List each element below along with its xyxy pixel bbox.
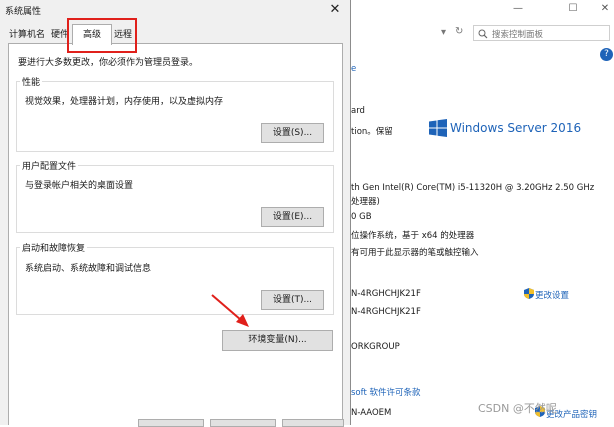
edition-fragment: ard xyxy=(351,106,365,116)
group-description: 系统启动、系统故障和调试信息 xyxy=(25,264,152,274)
group-description: 视觉效果，处理器计划，内存使用，以及虚拟内存 xyxy=(25,97,224,107)
system-properties-dialog: 系统属性 ✕ 计算机名 硬件 高级 远程 要进行大多数更改，你必须作为管理员登录… xyxy=(0,0,351,427)
refresh-icon[interactable]: ↻ xyxy=(455,26,463,37)
help-icon[interactable]: ? xyxy=(600,48,613,61)
apply-button[interactable] xyxy=(282,419,344,427)
change-settings-link[interactable]: 更改设置 xyxy=(535,289,569,301)
search-icon xyxy=(478,29,488,39)
brand-label: Windows Server 2016 xyxy=(450,121,582,135)
ok-button[interactable] xyxy=(138,419,204,427)
admin-note: 要进行大多数更改，你必须作为管理员登录。 xyxy=(18,58,199,68)
group-title: 性能 xyxy=(20,75,43,88)
minimize-button[interactable]: — xyxy=(508,2,528,16)
environment-variables-button[interactable]: 环境变量(N)... xyxy=(222,330,333,351)
maximize-button[interactable]: ☐ xyxy=(563,2,583,16)
group-user-profiles: 用户配置文件 与登录帐户相关的桌面设置 设置(E)... xyxy=(16,159,334,233)
system-window: — ☐ ✕ ▾ ↻ 搜索控制面板 ? e ard tion。保留 Windows… xyxy=(349,0,614,425)
dialog-title: 系统属性 xyxy=(5,7,42,17)
workgroup-value: ORKGROUP xyxy=(351,342,400,352)
watermark: CSDN @不然呢 xyxy=(478,402,557,415)
group-title: 启动和故障恢复 xyxy=(20,241,88,254)
pen-touch-value: 有可用于此显示器的笔或触控输入 xyxy=(351,248,479,258)
ram-value: 0 GB xyxy=(351,212,372,222)
computer-name-value: N-4RGHCHJK21F xyxy=(351,289,421,299)
close-window-button[interactable]: ✕ xyxy=(595,2,614,16)
performance-settings-button[interactable]: 设置(S)... xyxy=(261,123,324,143)
dialog-close-button[interactable]: ✕ xyxy=(324,0,346,20)
copyright-fragment: tion。保留 xyxy=(351,127,393,137)
system-type-value: 位操作系统，基于 x64 的处理器 xyxy=(351,231,475,241)
startup-recovery-settings-button[interactable]: 设置(T)... xyxy=(261,290,324,310)
sidebar-link-fragment[interactable]: e xyxy=(351,64,356,74)
search-input[interactable]: 搜索控制面板 xyxy=(473,25,610,41)
search-placeholder: 搜索控制面板 xyxy=(492,30,544,40)
full-computer-name-value: N-4RGHCHJK21F xyxy=(351,307,421,317)
group-description: 与登录帐户相关的桌面设置 xyxy=(25,181,134,191)
group-title: 用户配置文件 xyxy=(20,159,79,172)
highlight-box xyxy=(67,18,137,53)
chevron-down-icon[interactable]: ▾ xyxy=(441,27,446,38)
group-performance: 性能 视觉效果，处理器计划，内存使用，以及虚拟内存 设置(S)... xyxy=(16,75,334,152)
product-id-value: N-AAOEM xyxy=(351,408,392,418)
windows-logo-icon xyxy=(429,119,447,137)
user-profiles-settings-button[interactable]: 设置(E)... xyxy=(261,207,324,227)
shield-icon xyxy=(524,288,534,299)
cancel-button[interactable] xyxy=(210,419,276,427)
tab-computer-name[interactable]: 计算机名 xyxy=(8,27,46,43)
group-startup-recovery: 启动和故障恢复 系统启动、系统故障和调试信息 设置(T)... xyxy=(16,241,334,315)
processor-value: th Gen Intel(R) Core(TM) i5-11320H @ 3.2… xyxy=(351,183,595,193)
license-terms-link[interactable]: soft 软件许可条款 xyxy=(351,386,421,398)
processor-value-cont: 处理器) xyxy=(351,197,380,207)
